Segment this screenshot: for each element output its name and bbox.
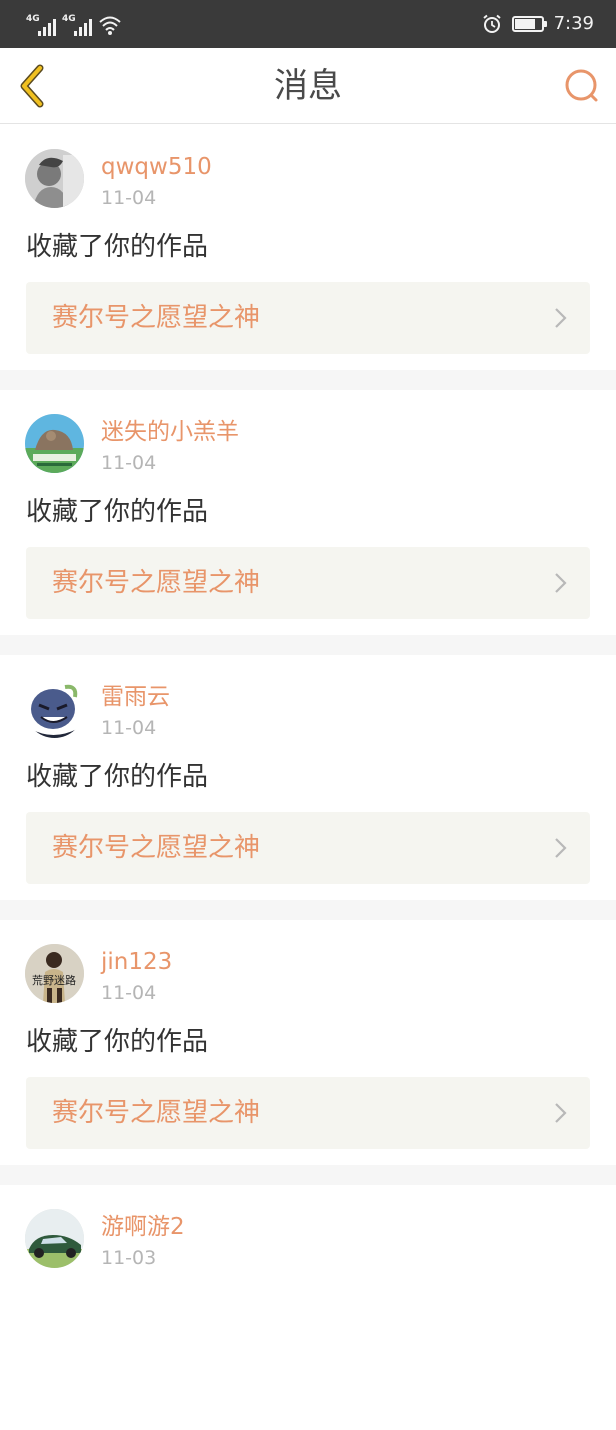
status-bar: 4G 4G 7:39 xyxy=(0,0,616,48)
work-link-card[interactable]: 赛尔号之愿望之神 xyxy=(26,812,590,884)
status-right: 7:39 xyxy=(482,11,594,37)
divider xyxy=(0,635,616,655)
work-title: 赛尔号之愿望之神 xyxy=(52,1098,261,1128)
timestamp: 11-04 xyxy=(101,982,157,1004)
avatar-image xyxy=(25,679,84,738)
notification-item: 荒野迷路 jin123 11-04 收藏了你的作品 赛尔号之愿望之神 xyxy=(0,920,616,1165)
timestamp: 11-04 xyxy=(101,452,157,474)
chevron-right-icon xyxy=(555,573,567,593)
avatar-image xyxy=(25,149,84,208)
avatar-image xyxy=(25,1209,84,1268)
work-link-card[interactable]: 赛尔号之愿望之神 xyxy=(26,547,590,619)
timestamp: 11-04 xyxy=(101,187,157,209)
avatar[interactable] xyxy=(25,414,84,473)
work-title: 赛尔号之愿望之神 xyxy=(52,303,261,333)
battery-icon xyxy=(511,16,547,32)
action-text: 收藏了你的作品 xyxy=(26,497,209,527)
username[interactable]: 雷雨云 xyxy=(101,683,170,711)
timestamp: 11-04 xyxy=(101,717,157,739)
chevron-right-icon xyxy=(555,308,567,328)
avatar[interactable] xyxy=(25,149,84,208)
page-title: 消息 xyxy=(274,66,342,106)
avatar[interactable] xyxy=(25,1209,84,1268)
notification-item: 迷失的小羔羊 11-04 收藏了你的作品 赛尔号之愿望之神 xyxy=(0,390,616,635)
timestamp: 11-03 xyxy=(101,1247,157,1269)
divider xyxy=(0,1165,616,1185)
chevron-right-icon xyxy=(555,1103,567,1123)
avatar[interactable] xyxy=(25,679,84,738)
avatar[interactable]: 荒野迷路 xyxy=(25,944,84,1003)
work-link-card[interactable]: 赛尔号之愿望之神 xyxy=(26,282,590,354)
work-link-card[interactable]: 赛尔号之愿望之神 xyxy=(26,1077,590,1149)
search-icon[interactable] xyxy=(562,66,602,106)
battery-fill xyxy=(514,19,535,29)
signal-icon: 4G xyxy=(26,14,56,36)
avatar-image: 荒野迷路 xyxy=(25,944,84,1003)
chevron-right-icon xyxy=(555,838,567,858)
status-time: 7:39 xyxy=(553,13,594,34)
signal-icon: 4G xyxy=(62,14,92,36)
work-title: 赛尔号之愿望之神 xyxy=(52,833,261,863)
action-text: 收藏了你的作品 xyxy=(26,1027,209,1057)
wifi-icon xyxy=(99,16,121,35)
username[interactable]: qwqw510 xyxy=(101,153,212,181)
divider xyxy=(0,370,616,390)
username[interactable]: 游啊游2 xyxy=(101,1213,185,1241)
divider xyxy=(0,900,616,920)
action-text: 收藏了你的作品 xyxy=(26,232,209,262)
nav-bar: 消息 xyxy=(0,48,616,124)
username[interactable]: jin123 xyxy=(101,948,172,976)
action-text: 收藏了你的作品 xyxy=(26,762,209,792)
status-left: 4G 4G xyxy=(26,12,122,36)
notification-item: qwqw510 11-04 收藏了你的作品 赛尔号之愿望之神 xyxy=(0,125,616,370)
notification-item: 游啊游2 11-03 xyxy=(0,1185,616,1430)
alarm-clock-icon xyxy=(482,14,501,33)
username[interactable]: 迷失的小羔羊 xyxy=(101,418,239,446)
notification-list: qwqw510 11-04 收藏了你的作品 赛尔号之愿望之神 迷失的小羔羊 11… xyxy=(0,125,616,1430)
work-title: 赛尔号之愿望之神 xyxy=(52,568,261,598)
avatar-text: 荒野迷路 xyxy=(32,974,76,987)
notification-item: 雷雨云 11-04 收藏了你的作品 赛尔号之愿望之神 xyxy=(0,655,616,900)
avatar-image xyxy=(25,414,84,473)
